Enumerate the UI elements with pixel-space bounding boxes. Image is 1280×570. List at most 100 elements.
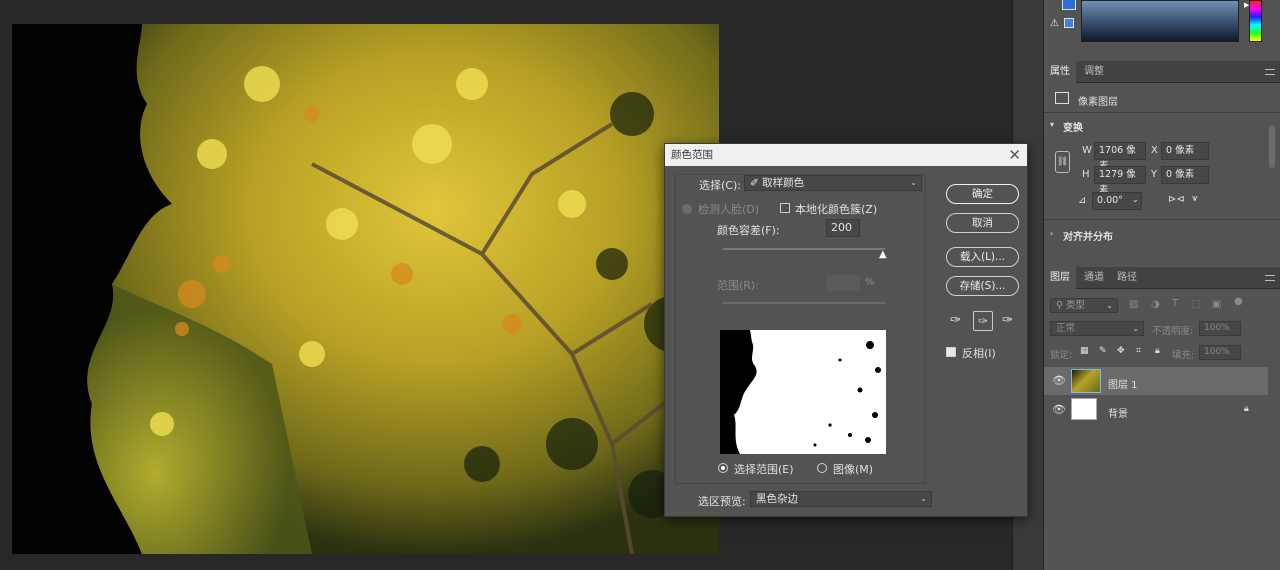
select-label: 选择(C): [699, 179, 741, 192]
range-unit: % [865, 277, 875, 288]
visibility-eye-icon[interactable]: 👁︎ [1052, 403, 1066, 416]
x-label: X [1151, 145, 1158, 156]
foreground-swatch-icon[interactable] [1062, 0, 1076, 10]
panel-menu-icon[interactable] [1265, 69, 1275, 75]
divider [1044, 219, 1280, 220]
load-button[interactable]: 载入(L)... [946, 247, 1019, 267]
detect-faces-label: 检测人脸(D) [698, 203, 760, 216]
panel-menu-icon[interactable] [1265, 275, 1275, 281]
lock-all-icon[interactable]: 🔒︎ [1155, 346, 1160, 356]
filter-shape-icon[interactable]: ⬚ [1191, 299, 1200, 310]
filter-pixel-icon[interactable]: ▨ [1129, 299, 1138, 310]
range-slider-track [723, 302, 885, 304]
layer-thumbnail [1071, 369, 1101, 393]
fill-field[interactable]: 100% [1199, 345, 1241, 360]
preview-dropdown[interactable]: 黑色杂边 ⌄ [750, 491, 932, 507]
dialog-title: 颜色范围 [665, 144, 1027, 166]
tab-properties[interactable]: 属性 [1044, 61, 1076, 83]
close-icon[interactable]: ✕ [1008, 144, 1021, 166]
localized-clusters-checkbox[interactable] [780, 203, 790, 213]
angle-dropdown-icon[interactable]: ⌄ [1132, 195, 1139, 204]
flip-horizontal-icon[interactable]: ⊳⊲ [1168, 194, 1185, 205]
chevron-down-icon[interactable]: ▾ [1050, 120, 1054, 129]
image-radio-label: 图像(M) [833, 463, 874, 476]
flip-vertical-icon[interactable]: ⩛ [1192, 193, 1198, 204]
tab-adjustments[interactable]: 调整 [1078, 61, 1110, 83]
document-image[interactable] [12, 24, 719, 554]
fill-label: 填充: [1172, 350, 1195, 361]
invert-checkbox[interactable] [946, 347, 956, 357]
height-label: H [1082, 169, 1090, 180]
fuzziness-label: 颜色容差(F): [717, 224, 780, 237]
x-field[interactable]: 0 像素 [1161, 142, 1209, 160]
hue-slider[interactable] [1249, 0, 1262, 42]
tab-channels[interactable]: 通道 [1078, 267, 1110, 289]
pixel-layer-icon [1055, 92, 1069, 104]
width-field[interactable]: 1706 像素 [1094, 142, 1146, 172]
eyedropper-minus-icon[interactable]: ✑ [1002, 313, 1013, 328]
preview-label: 选区预览: [698, 495, 746, 508]
right-panel: ⚠ ▶ 属性 调整 像素图层 ▾ 变换 ⛓ W 1706 像素 X 0 像素 H… [1043, 0, 1280, 570]
selection-radio[interactable] [718, 463, 728, 473]
localized-clusters-label: 本地化颜色簇(Z) [795, 203, 878, 216]
layer-name[interactable]: 背景 [1108, 405, 1128, 420]
filter-adjustment-icon[interactable]: ◑ [1151, 299, 1160, 310]
layer-row[interactable]: 👁︎ 图层 1 [1044, 367, 1268, 395]
lock-transparent-icon[interactable]: ▦ [1080, 346, 1089, 356]
properties-tabbar: 属性 调整 [1044, 61, 1280, 83]
fuzziness-field[interactable]: 200 [826, 219, 860, 237]
chevron-right-icon[interactable]: › [1050, 229, 1053, 238]
opacity-field[interactable]: 100% [1199, 321, 1241, 336]
y-label: Y [1151, 169, 1158, 180]
save-button[interactable]: 存储(S)... [946, 276, 1019, 296]
lock-position-icon[interactable]: ✥ [1117, 346, 1125, 356]
selection-radio-label: 选择范围(E) [734, 463, 794, 476]
blend-mode-select[interactable]: 正常 ⌄ [1050, 321, 1144, 336]
lock-artboard-icon[interactable]: ⌗ [1136, 346, 1141, 356]
hue-pointer-icon: ▶ [1244, 1, 1250, 9]
eyedropper-plus-icon[interactable]: ✑ [973, 311, 993, 331]
cancel-button[interactable]: 取消 [946, 213, 1019, 233]
invert-label: 反相(I) [962, 347, 996, 360]
tab-layers[interactable]: 图层 [1044, 267, 1076, 289]
height-field[interactable]: 1279 像素 [1094, 166, 1146, 196]
eyedropper-icon[interactable]: ✑ [950, 313, 961, 328]
image-radio[interactable] [817, 463, 827, 473]
color-field[interactable] [1081, 0, 1239, 42]
tab-paths[interactable]: 路径 [1111, 267, 1143, 289]
layer-kind-label: 像素图层 [1078, 97, 1118, 108]
gamut-warning-icon[interactable]: ⚠ [1050, 18, 1059, 29]
selection-preview [720, 330, 886, 454]
layer-filter-select[interactable]: ⚲ 类型 ⌄ [1050, 298, 1118, 313]
range-label: 范围(R): [717, 279, 759, 292]
properties-scrollbar[interactable] [1269, 125, 1275, 168]
width-label: W [1082, 145, 1092, 156]
transform-header[interactable]: 变换 [1063, 119, 1083, 134]
color-range-dialog: 颜色范围 ✕ 选择(C): ✐ 取样颜色 ⌄ 检测人脸(D) 本地化颜色簇(Z)… [664, 143, 1028, 517]
angle-icon: ⊿ [1078, 195, 1087, 206]
fuzziness-slider-thumb[interactable]: ▲ [879, 249, 887, 260]
web-color-swatch-icon[interactable] [1064, 18, 1074, 28]
chevron-down-icon: ⌄ [1132, 324, 1139, 333]
layer-row[interactable]: 👁︎ 背景 🔒︎ [1044, 396, 1268, 424]
chevron-down-icon: ⌄ [1106, 301, 1113, 310]
filter-toggle-icon[interactable]: ● [1234, 296, 1243, 307]
tree-photo [12, 24, 719, 554]
align-header[interactable]: 对齐并分布 [1063, 228, 1113, 243]
layer-thumbnail [1071, 398, 1097, 420]
filter-smart-object-icon[interactable]: ▣ [1212, 299, 1221, 310]
opacity-label: 不透明度: [1152, 326, 1194, 337]
fuzziness-slider-track[interactable] [723, 248, 885, 250]
filter-type-icon[interactable]: T [1172, 298, 1178, 309]
chevron-down-icon: ⌄ [910, 178, 917, 187]
layer-name[interactable]: 图层 1 [1108, 376, 1138, 391]
lock-image-icon[interactable]: ✎ [1099, 346, 1107, 356]
y-field[interactable]: 0 像素 [1161, 166, 1209, 184]
detect-faces-checkbox[interactable] [682, 204, 692, 214]
select-dropdown[interactable]: ✐ 取样颜色 ⌄ [744, 175, 922, 191]
layers-tabbar: 图层 通道 路径 [1044, 267, 1280, 289]
link-icon[interactable]: ⛓ [1055, 151, 1070, 173]
visibility-eye-icon[interactable]: 👁︎ [1052, 374, 1066, 387]
ok-button[interactable]: 确定 [946, 184, 1019, 204]
chevron-down-icon: ⌄ [920, 494, 927, 503]
